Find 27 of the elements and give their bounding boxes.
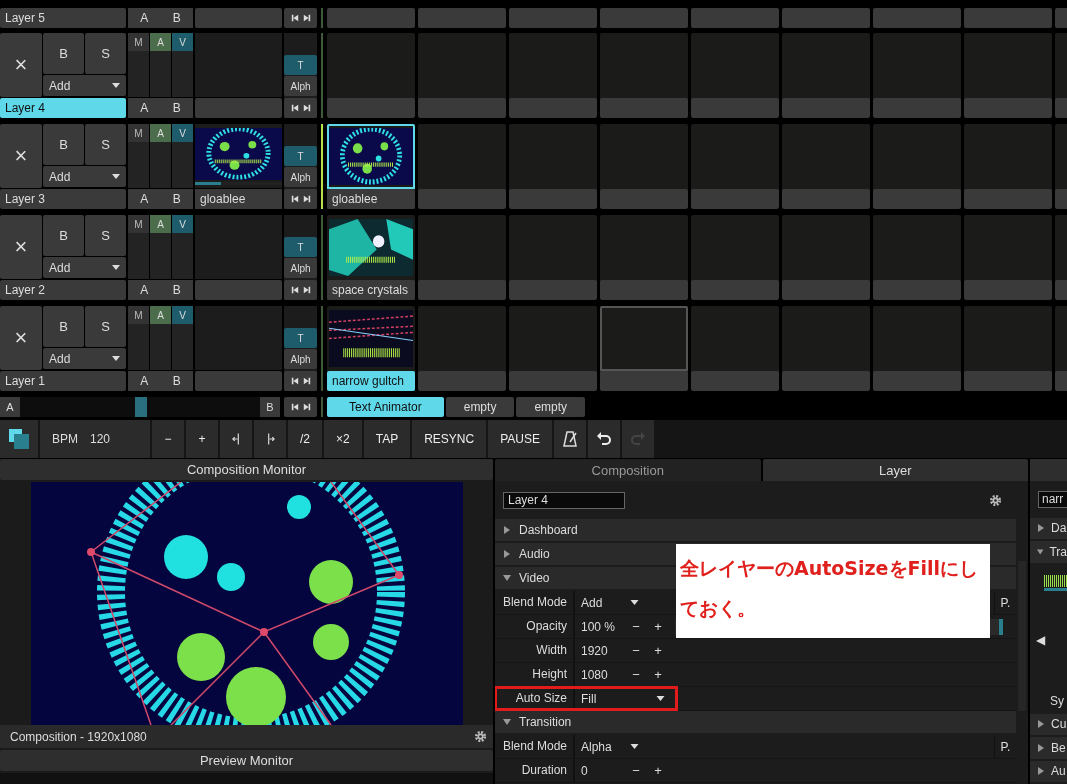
panel-title: Composition Monitor [0,459,493,480]
parameter-label: Sy [1050,693,1064,708]
annotation-tooltip: 全レイヤーのAutoSizeをFillにしておく。 [676,544,990,638]
parameter-label: Opacity [495,615,575,638]
bpm-label: BPM [52,432,78,446]
parameter-label: Duration [495,759,575,782]
clip-name: gloablee [195,189,282,209]
section-title: Cu [1051,717,1067,732]
section-title: Transition [519,715,572,729]
section-title: Au [1051,764,1066,779]
clip-name: space crystals [327,280,415,300]
clip-name: gloablee [327,189,415,209]
parameter-label: Height [495,663,575,686]
panel-title: Preview Monitor [0,750,493,771]
composition-info: Composition - 1920x1080 [10,729,147,744]
parameter-label: Blend Mode [495,591,575,614]
section-title: Tra [1049,544,1067,559]
parameter-label: Width [495,639,575,662]
section-title: Da [1051,521,1067,536]
section-title: Video [519,571,550,585]
section-title: Audio [519,547,550,561]
parameter-label: Blend Mode [495,735,575,758]
crossfader-a-label: A [0,397,20,417]
crossfader-b-label: B [260,397,280,417]
clip-name: narrow gultch [327,371,415,391]
section-title: Dashboard [519,523,578,537]
section-title: Be [1051,740,1066,755]
